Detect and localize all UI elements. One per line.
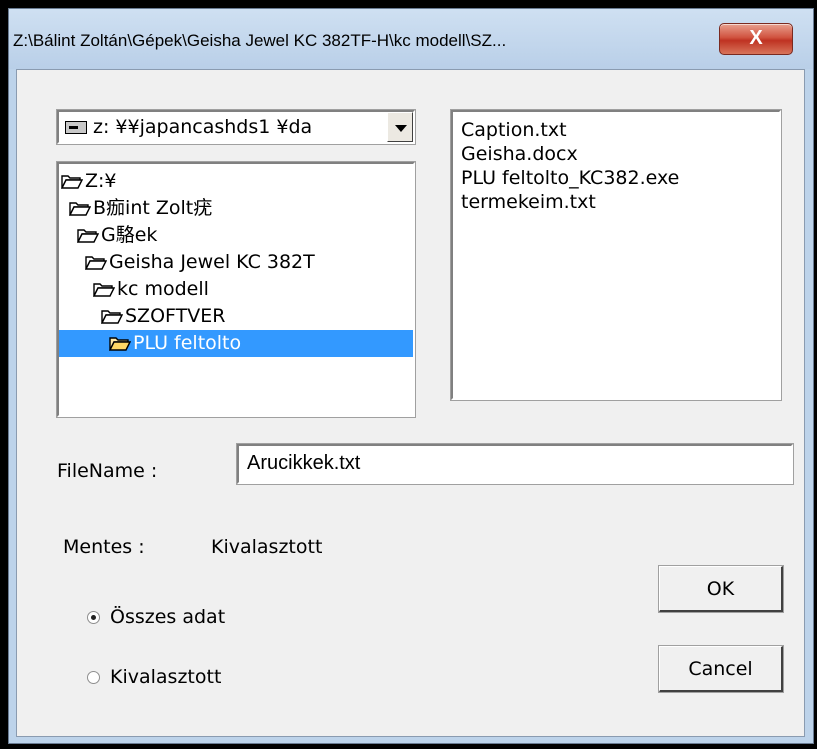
- folder-item[interactable]: SZOFTVER: [59, 303, 413, 330]
- file-item[interactable]: Geisha.docx: [461, 142, 779, 166]
- cancel-button[interactable]: Cancel: [658, 645, 784, 693]
- close-button[interactable]: X: [719, 23, 793, 55]
- close-icon: X: [749, 27, 763, 49]
- filename-input[interactable]: Arucikkek.txt: [236, 443, 794, 485]
- folder-item[interactable]: B痂int Zolt疣: [59, 195, 413, 222]
- radio-label: Összes adat: [110, 606, 226, 628]
- filename-label: FileName :: [57, 460, 158, 482]
- file-item[interactable]: PLU feltolto_KC382.exe: [461, 166, 779, 190]
- file-item[interactable]: Caption.txt: [461, 118, 779, 142]
- open-folder-icon: [93, 282, 115, 297]
- window-title: Z:\Bálint Zoltán\Gépek\Geisha Jewel KC 3…: [13, 31, 507, 50]
- title-bar[interactable]: Z:\Bálint Zoltán\Gépek\Geisha Jewel KC 3…: [9, 9, 813, 69]
- file-item[interactable]: termekeim.txt: [461, 190, 779, 214]
- open-folder-icon: [109, 336, 131, 351]
- drive-select-value: z: ¥¥japancashds1 ¥da: [93, 116, 313, 138]
- folder-item[interactable]: Geisha Jewel KC 382T: [59, 249, 413, 276]
- radio-label: Kivalasztott: [110, 666, 222, 688]
- chevron-down-icon[interactable]: [387, 112, 413, 142]
- open-folder-icon: [77, 228, 99, 243]
- folder-item[interactable]: G駱ek: [59, 222, 413, 249]
- folder-item[interactable]: kc modell: [59, 276, 413, 303]
- mentes-label: Mentes :: [63, 536, 145, 558]
- folder-item-selected[interactable]: PLU feltolto: [59, 330, 413, 357]
- open-folder-icon: [101, 309, 123, 324]
- folder-tree[interactable]: Z:¥ B痂int Zolt疣 G駱ek Geisha Jewel KC 382…: [56, 161, 416, 418]
- folder-item[interactable]: Z:¥: [59, 168, 413, 195]
- mentes-value: Kivalasztott: [211, 536, 323, 558]
- drive-icon: [65, 121, 87, 134]
- open-folder-icon: [69, 201, 91, 216]
- open-folder-icon: [61, 174, 83, 189]
- open-folder-icon: [85, 255, 107, 270]
- file-list[interactable]: Caption.txt Geisha.docx PLU feltolto_KC3…: [450, 109, 782, 401]
- drive-select[interactable]: z: ¥¥japancashds1 ¥da: [56, 109, 416, 145]
- radio-kivalasztott[interactable]: Kivalasztott: [87, 666, 221, 688]
- ok-button[interactable]: OK: [658, 565, 784, 613]
- radio-checked-icon[interactable]: [87, 611, 100, 624]
- save-file-dialog: Z:\Bálint Zoltán\Gépek\Geisha Jewel KC 3…: [8, 8, 814, 744]
- radio-osszes-adat[interactable]: Összes adat: [87, 606, 225, 628]
- dialog-body: z: ¥¥japancashds1 ¥da Z:¥ B痂int Zolt疣 G駱…: [16, 69, 805, 737]
- radio-unchecked-icon[interactable]: [87, 671, 100, 684]
